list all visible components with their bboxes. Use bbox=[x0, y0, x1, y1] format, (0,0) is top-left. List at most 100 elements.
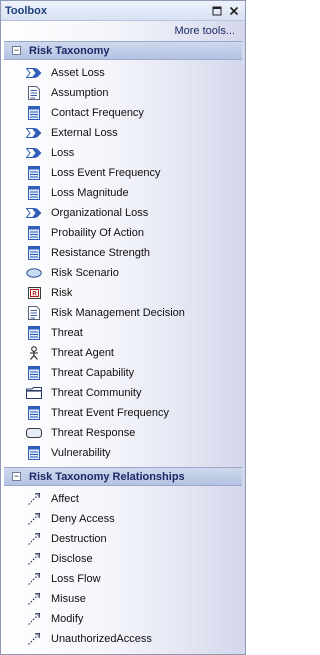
toolbox-item-label: Threat Response bbox=[51, 427, 136, 439]
toolbox-item-label: Disclose bbox=[51, 553, 93, 565]
toolbox-item[interactable]: Loss Event Frequency bbox=[1, 163, 245, 183]
dashed-arrow-icon bbox=[25, 632, 43, 646]
requirement-icon: R bbox=[25, 286, 43, 300]
block-icon bbox=[25, 226, 43, 240]
toolbox-item-label: Threat Capability bbox=[51, 367, 135, 379]
rounded-rect-icon bbox=[25, 426, 43, 440]
toolbox-item[interactable]: Organizational Loss bbox=[1, 203, 245, 223]
dashed-arrow-icon bbox=[25, 592, 43, 606]
toolbox-item-label: Destruction bbox=[51, 533, 107, 545]
toolbox-item-label: External Loss bbox=[51, 127, 118, 139]
toolbox-item-label: Contact Frequency bbox=[51, 107, 144, 119]
toolbox-item[interactable]: Threat Event Frequency bbox=[1, 403, 245, 423]
block-icon bbox=[25, 406, 43, 420]
toolbox-item-label: Assumption bbox=[51, 87, 109, 99]
toolbox-item-list: Affect Deny Access Destruction Disclose Loss… bbox=[1, 486, 245, 653]
dashed-arrow-icon bbox=[25, 532, 43, 546]
toolbox-item[interactable]: UnauthorizedAccess bbox=[1, 629, 245, 649]
toolbox-item[interactable]: Resistance Strength bbox=[1, 243, 245, 263]
ellipse-icon bbox=[25, 266, 43, 280]
folder-icon bbox=[25, 386, 43, 400]
toolbox-item[interactable]: Destruction bbox=[1, 529, 245, 549]
toolbox-item[interactable]: Loss Flow bbox=[1, 569, 245, 589]
toolbox-item-label: Threat bbox=[51, 327, 83, 339]
toolbox-item-label: Risk Scenario bbox=[51, 267, 119, 279]
toolbox-item[interactable]: Probaility Of Action bbox=[1, 223, 245, 243]
document-icon bbox=[25, 306, 43, 320]
toolbox-item[interactable]: Threat Community bbox=[1, 383, 245, 403]
event-arrow-icon bbox=[25, 206, 43, 220]
toolbox-item-label: Risk bbox=[51, 287, 73, 299]
block-icon bbox=[25, 326, 43, 340]
document-icon bbox=[25, 86, 43, 100]
toolbox-item[interactable]: Threat Response bbox=[1, 423, 245, 443]
toolbox-item[interactable]: Misuse bbox=[1, 589, 245, 609]
toolbox-item-label: Misuse bbox=[51, 593, 86, 605]
restore-icon[interactable] bbox=[210, 4, 224, 18]
toolbox-item[interactable]: Loss Magnitude bbox=[1, 183, 245, 203]
dashed-arrow-icon bbox=[25, 612, 43, 626]
event-arrow-icon bbox=[25, 126, 43, 140]
toolbox-item-label: Risk Management Decision bbox=[51, 307, 185, 319]
toolbox-titlebar: Toolbox bbox=[1, 1, 245, 21]
toolbox-item[interactable]: Risk Management Decision bbox=[1, 303, 245, 323]
toolbox-item[interactable]: Asset Loss bbox=[1, 63, 245, 83]
toolbox-item-label: Asset Loss bbox=[51, 67, 105, 79]
group-label: Risk Taxonomy Relationships bbox=[29, 470, 185, 483]
toolbox-item-label: Deny Access bbox=[51, 513, 115, 525]
toolbox-item-list: Asset Loss Assumption Contact Frequency Ext… bbox=[1, 60, 245, 467]
toolbox-item-label: Affect bbox=[51, 493, 79, 505]
window-title: Toolbox bbox=[5, 4, 47, 17]
toolbox-item-label: Threat Community bbox=[51, 387, 142, 399]
toolbox-item[interactable]: Vulnerability bbox=[1, 443, 245, 463]
toolbox-item[interactable]: Modify bbox=[1, 609, 245, 629]
toolbox-item-label: Probaility Of Action bbox=[51, 227, 144, 239]
more-tools-link[interactable]: More tools... bbox=[1, 21, 245, 41]
toolbox-item[interactable]: Deny Access bbox=[1, 509, 245, 529]
block-icon bbox=[25, 186, 43, 200]
toolbox-item-label: Loss Event Frequency bbox=[51, 167, 161, 179]
toolbox-item-label: Loss bbox=[51, 147, 75, 159]
toolbox-item-label: Threat Agent bbox=[51, 347, 114, 359]
toolbox-item-label: Organizational Loss bbox=[51, 207, 149, 219]
toolbox-item-label: Threat Event Frequency bbox=[51, 407, 170, 419]
collapse-toggle-icon[interactable]: − bbox=[12, 46, 21, 55]
toolbox-window: Toolbox More tools... − Risk Taxonomy Asse… bbox=[0, 0, 246, 655]
toolbox-groups: − Risk Taxonomy Asset Loss Assumption Contac… bbox=[1, 41, 245, 653]
toolbox-item-label: Modify bbox=[51, 613, 84, 625]
toolbox-item[interactable]: Loss bbox=[1, 143, 245, 163]
block-icon bbox=[25, 166, 43, 180]
toolbox-item[interactable]: Risk Scenario bbox=[1, 263, 245, 283]
toolbox-item[interactable]: R Risk bbox=[1, 283, 245, 303]
block-icon bbox=[25, 446, 43, 460]
toolbox-item-label: Loss Magnitude bbox=[51, 187, 129, 199]
dashed-arrow-icon bbox=[25, 572, 43, 586]
toolbox-item[interactable]: External Loss bbox=[1, 123, 245, 143]
group-label: Risk Taxonomy bbox=[29, 44, 110, 57]
dashed-arrow-icon bbox=[25, 552, 43, 566]
toolbox-item[interactable]: Threat bbox=[1, 323, 245, 343]
toolbox-item[interactable]: Contact Frequency bbox=[1, 103, 245, 123]
actor-icon bbox=[25, 346, 43, 360]
dashed-arrow-icon bbox=[25, 492, 43, 506]
toolbox-item[interactable]: Threat Capability bbox=[1, 363, 245, 383]
dashed-arrow-icon bbox=[25, 512, 43, 526]
block-icon bbox=[25, 246, 43, 260]
svg-text:R: R bbox=[32, 292, 37, 298]
toolbox-item[interactable]: Affect bbox=[1, 489, 245, 509]
toolbox-item-label: Vulnerability bbox=[51, 447, 111, 459]
block-icon bbox=[25, 106, 43, 120]
toolbox-item[interactable]: Threat Agent bbox=[1, 343, 245, 363]
block-icon bbox=[25, 366, 43, 380]
close-icon[interactable] bbox=[227, 4, 241, 18]
toolbox-item[interactable]: Assumption bbox=[1, 83, 245, 103]
toolbox-item-label: Resistance Strength bbox=[51, 247, 151, 259]
group-header[interactable]: − Risk Taxonomy bbox=[4, 41, 242, 60]
toolbox-item-label: UnauthorizedAccess bbox=[51, 633, 152, 645]
toolbox-item-label: Loss Flow bbox=[51, 573, 101, 585]
event-arrow-icon bbox=[25, 66, 43, 80]
event-arrow-icon bbox=[25, 146, 43, 160]
toolbox-item[interactable]: Disclose bbox=[1, 549, 245, 569]
collapse-toggle-icon[interactable]: − bbox=[12, 472, 21, 481]
group-header[interactable]: − Risk Taxonomy Relationships bbox=[4, 467, 242, 486]
